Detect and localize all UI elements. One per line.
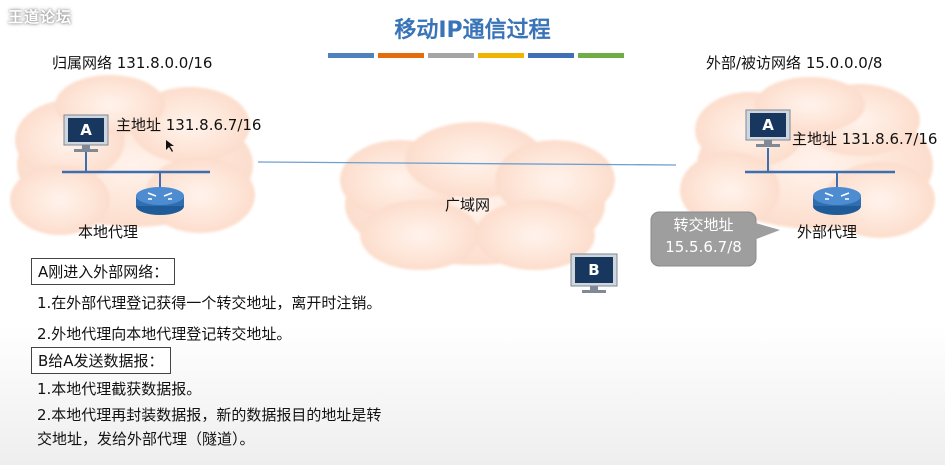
section-b-item-2: 2.本地代理再封装数据报，新的数据报目的地址是转 — [37, 406, 382, 424]
home-agent-label: 本地代理 — [78, 223, 139, 241]
care-of-address-title: 转交地址 — [673, 216, 734, 234]
host-a-home-letter: A — [80, 121, 92, 139]
home-network-cloud — [10, 75, 255, 235]
home-agent-router-icon — [136, 187, 184, 215]
care-of-address-value: 15.5.6.7/8 — [665, 238, 742, 256]
host-b-letter: B — [588, 261, 600, 279]
wan-label: 广域网 — [445, 196, 491, 214]
foreign-agent-label: 外部代理 — [797, 223, 858, 241]
section-a-heading: A刚进入外部网络： — [31, 258, 176, 285]
section-a-item-1: 1.在外部代理登记获得一个转交地址，离开时注销。 — [37, 294, 382, 312]
host-a-foreign-address: 主地址 131.8.6.7/16 — [792, 130, 938, 148]
host-a-foreign-letter: A — [762, 116, 774, 134]
section-b-heading: B给A发送数据报： — [31, 347, 171, 374]
host-a-home-address: 主地址 131.8.6.7/16 — [116, 116, 262, 134]
section-b-item-1: 1.本地代理截获数据报。 — [37, 380, 202, 398]
care-of-address-text: 转交地址 15.5.6.7/8 — [651, 214, 756, 258]
foreign-agent-router-icon — [813, 187, 861, 215]
section-a-item-2: 2.外地代理向本地代理登记转交地址。 — [37, 325, 292, 343]
section-b-item-3: 交地址，发给外部代理（隧道）。 — [37, 430, 255, 448]
